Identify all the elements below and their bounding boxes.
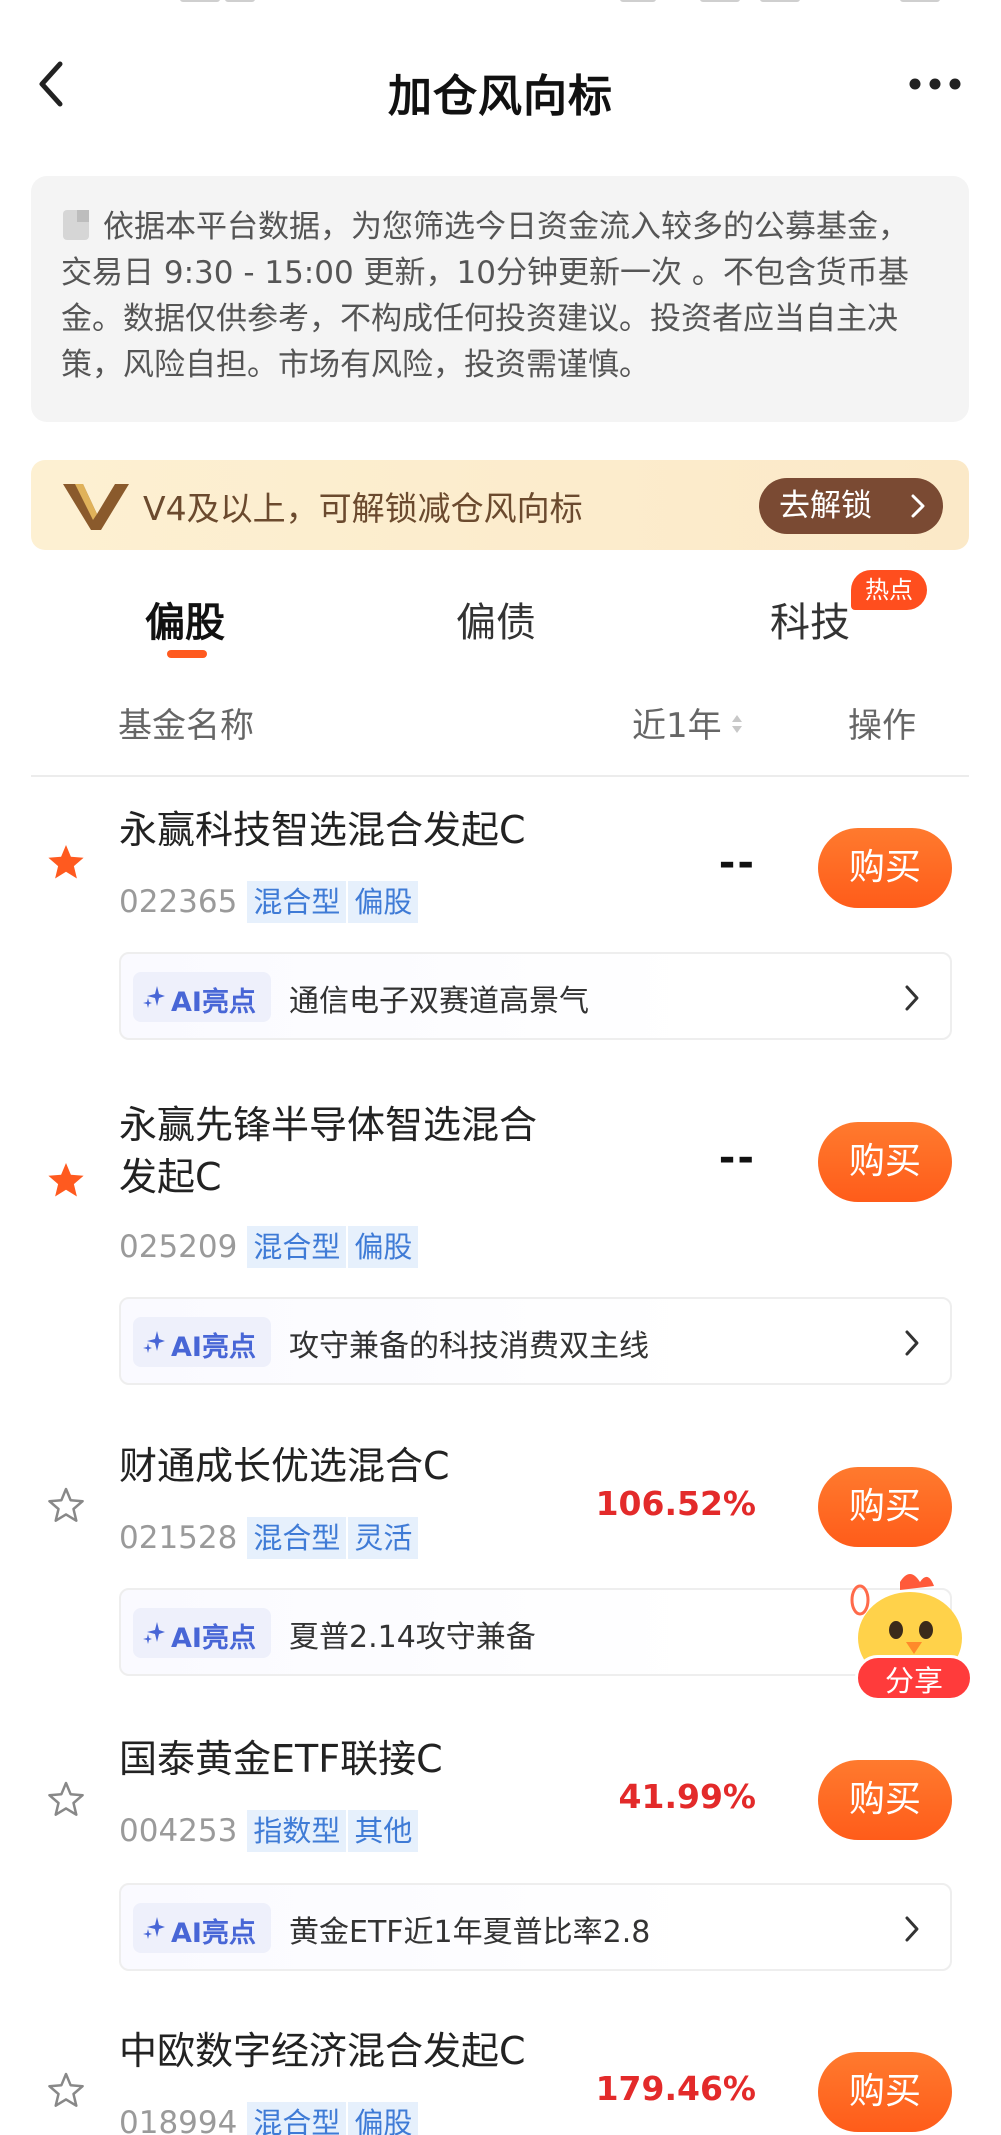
ai-highlight-row[interactable]: AI亮点 攻守兼备的科技消费双主线 <box>119 1297 952 1385</box>
fund-code: 018994 <box>119 2105 238 2135</box>
share-button[interactable]: 分享 <box>855 1655 973 1701</box>
ai-highlight-chip: AI亮点 <box>133 1317 271 1367</box>
fund-code: 025209 <box>119 1229 238 1265</box>
fund-meta: 004253 指数型 其他 <box>119 1809 419 1853</box>
fund-meta: 018994 混合型 偏股 <box>119 2101 419 2135</box>
tab-stock[interactable]: 偏股 <box>145 590 225 648</box>
fund-type-tag: 混合型 <box>247 1226 347 1268</box>
fund-style-tag: 偏股 <box>346 1226 419 1268</box>
ai-highlight-chip: AI亮点 <box>133 1608 271 1658</box>
one-year-return: 179.46% <box>595 2069 756 2108</box>
unlock-button-label: 去解锁 <box>779 488 872 524</box>
vip-v-logo-icon <box>63 484 129 530</box>
ai-highlight-chip: AI亮点 <box>133 972 271 1022</box>
buy-button[interactable]: 购买 <box>818 828 952 908</box>
column-one-year-sort[interactable]: 近1年 <box>632 698 744 747</box>
column-one-year-label: 近1年 <box>632 706 722 746</box>
disclaimer-notice: 依据本平台数据，为您筛选今日资金流入较多的公募基金，交易日 9:30 - 15:… <box>31 176 969 422</box>
fund-code: 021528 <box>119 1520 238 1556</box>
sparkle-icon <box>143 1917 165 1939</box>
buy-button[interactable]: 购买 <box>818 2052 952 2132</box>
buy-button[interactable]: 购买 <box>818 1122 952 1202</box>
fund-type-tag: 混合型 <box>247 881 347 923</box>
star-outline-icon[interactable] <box>46 1779 86 1819</box>
ai-highlight-text: 攻守兼备的科技消费双主线 <box>289 1329 649 1364</box>
chevron-right-icon <box>905 985 919 1011</box>
fund-name: 永赢先锋半导体智选混合发起C <box>119 1103 538 1199</box>
one-year-return: -- <box>718 1135 756 1181</box>
one-year-return: 106.52% <box>595 1484 756 1523</box>
hot-badge: 热点 <box>851 570 927 610</box>
chevron-right-icon <box>905 1330 919 1356</box>
tab-tech[interactable]: 科技 <box>770 590 850 648</box>
ai-highlight-label: AI亮点 <box>171 987 256 1018</box>
fund-code: 004253 <box>119 1813 238 1849</box>
fund-type-tag: 指数型 <box>247 1810 347 1852</box>
fund-name: 中欧数字经济混合发起C <box>119 2029 526 2073</box>
ai-highlight-label: AI亮点 <box>171 1623 256 1654</box>
buy-button[interactable]: 购买 <box>818 1467 952 1547</box>
fund-name: 财通成长优选混合C <box>119 1444 450 1488</box>
star-filled-icon[interactable] <box>46 1160 86 1200</box>
sparkle-icon <box>143 1622 165 1644</box>
more-button[interactable] <box>905 62 965 106</box>
fund-name: 国泰黄金ETF联接C <box>119 1737 443 1781</box>
star-outline-icon[interactable] <box>46 2070 86 2110</box>
ai-highlight-label: AI亮点 <box>171 1332 256 1363</box>
ai-highlight-row[interactable]: AI亮点 通信电子双赛道高景气 <box>119 952 952 1040</box>
status-bar <box>0 0 1001 20</box>
star-filled-icon[interactable] <box>46 842 86 882</box>
active-tab-indicator <box>167 650 207 658</box>
column-action: 操作 <box>848 706 916 746</box>
one-year-return: -- <box>718 840 756 886</box>
sort-icon <box>731 715 742 733</box>
fund-meta: 025209 混合型 偏股 <box>119 1225 419 1269</box>
vip-banner[interactable]: V4及以上，可解锁减仓风向标 去解锁 <box>31 460 969 550</box>
chevron-right-icon <box>911 494 925 518</box>
column-fund-name: 基金名称 <box>118 706 254 746</box>
fund-meta: 021528 混合型 灵活 <box>119 1516 419 1560</box>
one-year-return: 41.99% <box>618 1777 756 1816</box>
more-dots-icon <box>909 78 961 90</box>
page-title: 加仓风向标 <box>388 71 613 122</box>
fund-type-tag: 混合型 <box>247 2102 347 2135</box>
fund-style-tag: 灵活 <box>346 1517 419 1559</box>
sparkle-icon <box>143 986 165 1008</box>
star-outline-icon[interactable] <box>46 1485 86 1525</box>
sparkle-icon <box>143 1331 165 1353</box>
chevron-right-icon <box>905 1916 919 1942</box>
fund-style-tag: 偏股 <box>346 2102 419 2135</box>
fund-type-tag: 混合型 <box>247 1517 347 1559</box>
document-icon <box>63 210 89 240</box>
ai-highlight-chip: AI亮点 <box>133 1903 271 1953</box>
fund-style-tag: 偏股 <box>346 881 419 923</box>
tab-bond[interactable]: 偏债 <box>456 590 536 648</box>
notice-text: 依据本平台数据，为您筛选今日资金流入较多的公募基金，交易日 9:30 - 15:… <box>61 209 909 383</box>
ai-highlight-row[interactable]: AI亮点 夏普2.14攻守兼备 <box>119 1588 952 1676</box>
fund-meta: 022365 混合型 偏股 <box>119 880 419 924</box>
fund-name: 永赢科技智选混合发起C <box>119 808 526 852</box>
ai-highlight-label: AI亮点 <box>171 1918 256 1949</box>
divider <box>31 775 969 777</box>
list-column-header: 基金名称 近1年 操作 <box>0 690 1001 750</box>
ai-highlight-text: 黄金ETF近1年夏普比率2.8 <box>289 1915 651 1950</box>
ai-highlight-text: 通信电子双赛道高景气 <box>289 984 589 1019</box>
ai-highlight-text: 夏普2.14攻守兼备 <box>289 1620 536 1655</box>
vip-banner-text: V4及以上，可解锁减仓风向标 <box>143 489 583 528</box>
unlock-button[interactable]: 去解锁 <box>759 478 943 534</box>
buy-button[interactable]: 购买 <box>818 1760 952 1840</box>
top-nav-bar: 加仓风向标 <box>0 40 1001 130</box>
fund-style-tag: 其他 <box>346 1810 419 1852</box>
fund-code: 022365 <box>119 884 238 920</box>
ai-highlight-row[interactable]: AI亮点 黄金ETF近1年夏普比率2.8 <box>119 1883 952 1971</box>
